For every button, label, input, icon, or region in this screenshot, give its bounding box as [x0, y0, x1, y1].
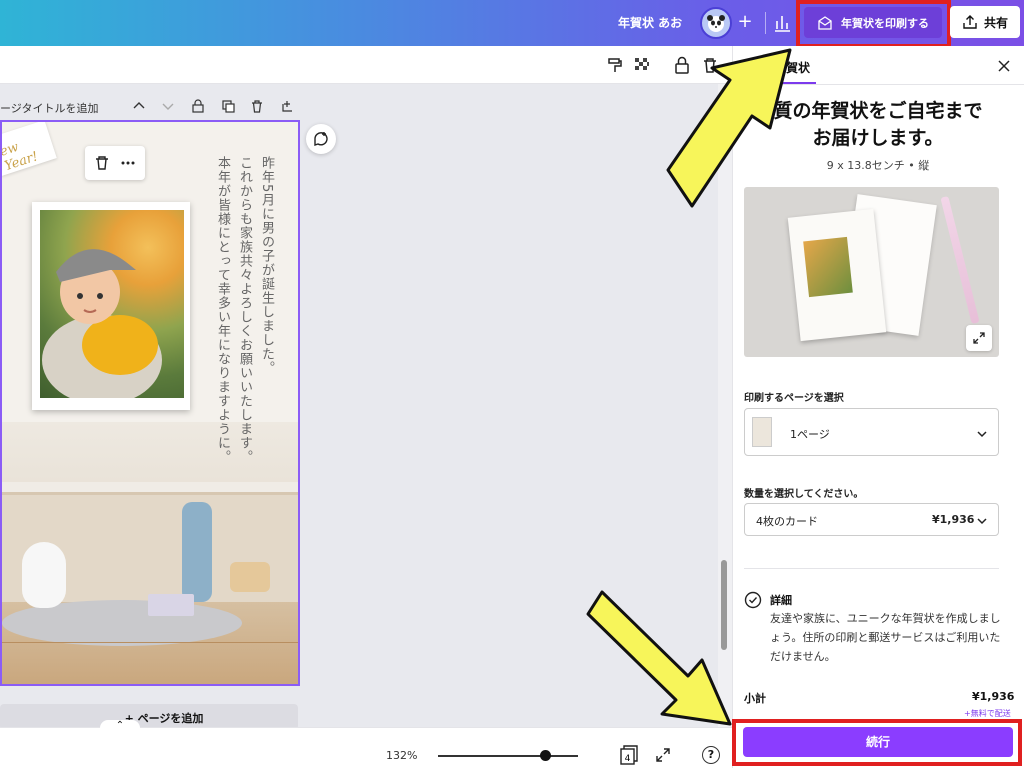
transparency-icon[interactable]	[633, 56, 651, 74]
message-line-1[interactable]: 昨年5月に男の子が誕生しました。	[256, 156, 276, 375]
panel-section-divider	[744, 568, 999, 569]
baby-photo-illustration	[42, 249, 162, 398]
page-select-dropdown[interactable]	[744, 408, 999, 456]
zoom-slider-handle[interactable]	[540, 750, 551, 761]
card-size-text: 9 x 13.8センチ • 縦	[826, 159, 930, 172]
wooden-car-toy	[230, 562, 270, 592]
scrollbar-thumb[interactable]	[721, 560, 727, 650]
subtotal-label: 小計	[744, 692, 766, 705]
page-count-icon[interactable]: 4	[620, 745, 638, 765]
arrow-to-continue-button	[586, 590, 732, 726]
page-count: 4	[625, 754, 631, 764]
check-circle-icon	[744, 591, 762, 609]
share-button[interactable]: 共有	[950, 6, 1020, 38]
baby-photo[interactable]	[40, 210, 184, 398]
panel-header-divider	[732, 84, 1024, 85]
page-title-input[interactable]: ージタイトルを追加	[0, 100, 99, 116]
highlight-box-print	[796, 0, 951, 48]
element-floating-toolbar	[85, 146, 145, 180]
bunny-toy	[22, 542, 66, 608]
help-button[interactable]: ?	[702, 746, 720, 764]
preview-pen	[940, 195, 980, 325]
page-lock-icon[interactable]	[191, 99, 205, 113]
add-page-icon[interactable]	[280, 99, 294, 113]
expand-preview-button[interactable]	[966, 325, 992, 351]
paint-roller-icon[interactable]	[606, 56, 624, 74]
document-title[interactable]: 年賀状 あお	[618, 14, 682, 31]
page-select-label: 印刷するページを選択	[744, 393, 844, 404]
book-stack	[148, 594, 194, 616]
lock-icon[interactable]	[673, 56, 691, 74]
close-icon[interactable]	[996, 58, 1012, 74]
message-line-3[interactable]: 本年が皆様にとって幸多い年になりますように。	[212, 156, 232, 464]
details-title: 詳細	[770, 594, 792, 607]
add-collaborator-button[interactable]: +	[734, 11, 756, 33]
delete-element-icon[interactable]	[94, 155, 110, 171]
zoom-level: 132%	[386, 749, 418, 762]
quantity-price: ¥1,936	[932, 513, 975, 526]
chevron-down-icon	[977, 518, 987, 525]
topbar-divider	[765, 12, 766, 34]
duplicate-page-icon[interactable]	[221, 99, 235, 113]
giraffe-toy	[182, 502, 212, 602]
panel-heading: 質の年賀状をご自宅まで お届けします。	[773, 100, 983, 149]
quantity-label: 数量を選択してください。	[744, 489, 864, 500]
product-preview-image	[744, 187, 999, 357]
trash-icon[interactable]	[701, 56, 719, 74]
expand-arrows-icon	[973, 332, 985, 344]
message-line-2[interactable]: これからも家族共々よろしくお願いいたします。	[234, 156, 254, 464]
share-button-label: 共有	[983, 15, 1008, 30]
comment-plus-icon	[314, 132, 328, 146]
upload-icon	[963, 15, 977, 29]
free-shipping-text: +無料で配送	[964, 709, 1011, 718]
chevron-down-icon	[977, 431, 987, 438]
chevron-up-icon[interactable]	[132, 99, 146, 113]
insights-chart-icon[interactable]	[772, 11, 792, 33]
panel-tab-greeting-card[interactable]: 賀状	[786, 59, 810, 76]
details-text: 友達や家族に、ユニークな年賀状を作成しましょう。住所の印刷と郵送サービスはご利用…	[770, 612, 1001, 663]
delete-page-icon[interactable]	[250, 99, 264, 113]
floor-line	[2, 642, 298, 643]
more-options-icon[interactable]	[120, 155, 136, 171]
expand-pages-chevron-icon[interactable]: ⌃	[100, 720, 140, 734]
page-thumbnail	[752, 417, 772, 447]
add-comment-button[interactable]	[306, 124, 336, 154]
chevron-down-icon[interactable]	[161, 99, 175, 113]
zoom-slider-track[interactable]	[438, 755, 578, 757]
fullscreen-icon[interactable]	[655, 747, 671, 763]
highlight-box-continue	[732, 719, 1022, 766]
page-select-value: 1ページ	[790, 428, 830, 441]
preview-card-photo	[803, 236, 853, 298]
new-year-stamp[interactable]: ew Year!	[2, 122, 57, 176]
quantity-select-value: 4枚のカード	[756, 515, 818, 528]
avatar[interactable]	[700, 7, 732, 39]
panda-avatar-icon	[707, 15, 725, 32]
subtotal-value: ¥1,936	[972, 690, 1015, 703]
